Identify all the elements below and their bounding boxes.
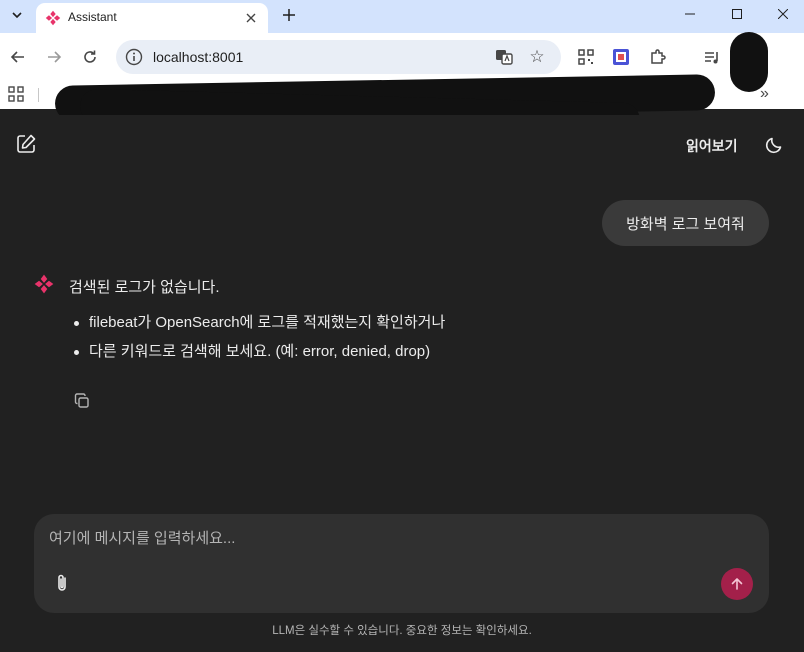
bookmark-star-icon[interactable]: ☆ — [526, 46, 548, 68]
assistant-logo-icon — [34, 274, 54, 294]
maximize-icon — [732, 9, 742, 19]
plus-icon — [283, 9, 295, 21]
user-message-bubble: 방화벽 로그 보여줘 — [602, 200, 769, 246]
assistant-bullet-list: filebeat가 OpenSearch에 로그를 적재했는지 확인하거나 다른… — [74, 313, 445, 371]
close-window-button[interactable] — [768, 2, 798, 26]
paperclip-icon[interactable] — [51, 572, 73, 594]
tab-strip: Assistant — [0, 0, 804, 33]
tab-close-icon[interactable] — [242, 9, 260, 27]
list-item: 다른 키워드로 검색해 보세요. (예: error, denied, drop… — [74, 342, 445, 371]
minimize-icon — [685, 13, 695, 15]
extensions-puzzle-icon[interactable] — [646, 45, 670, 69]
maximize-button[interactable] — [722, 2, 752, 26]
extension-screenshot-icon[interactable] — [609, 45, 633, 69]
tab-search-button[interactable] — [6, 4, 28, 26]
forward-button[interactable] — [42, 45, 66, 69]
list-item: filebeat가 OpenSearch에 로그를 적재했는지 확인하거나 — [74, 313, 445, 342]
apps-grid-icon[interactable] — [8, 86, 24, 102]
send-button[interactable] — [721, 568, 753, 600]
arrow-up-icon — [731, 578, 743, 590]
redaction-mark — [730, 32, 768, 92]
app-header: 읽어보기 — [0, 115, 804, 175]
message-input[interactable] — [49, 526, 749, 550]
assistant-message-text: 검색된 로그가 없습니다. — [69, 279, 220, 296]
back-button[interactable] — [6, 45, 30, 69]
qr-code-icon[interactable] — [574, 45, 598, 69]
close-icon — [778, 9, 788, 19]
disclaimer-text: LLM은 실수할 수 있습니다. 중요한 정보는 확인하세요. — [272, 625, 532, 637]
new-tab-button[interactable] — [278, 4, 300, 26]
url-text: localhost:8001 — [153, 49, 244, 65]
forward-arrow-icon — [48, 51, 62, 63]
translate-icon[interactable] — [494, 47, 514, 67]
address-bar[interactable]: localhost:8001 ☆ — [116, 40, 561, 74]
assistant-logo-icon — [45, 10, 61, 26]
minimize-button[interactable] — [675, 2, 705, 26]
info-icon[interactable] — [124, 47, 144, 67]
tab-title: Assistant — [68, 10, 117, 24]
new-chat-edit-icon[interactable] — [15, 133, 37, 155]
reload-button[interactable] — [78, 45, 102, 69]
bookmarks-divider — [38, 88, 39, 102]
bookmarks-overflow-icon[interactable]: » — [760, 85, 769, 103]
read-aloud-button[interactable]: 읽어보기 — [686, 136, 738, 156]
browser-tab[interactable]: Assistant — [36, 3, 268, 33]
moon-icon[interactable] — [765, 134, 785, 154]
media-control-icon[interactable] — [700, 45, 724, 69]
copy-icon[interactable] — [73, 392, 91, 410]
message-composer — [34, 514, 769, 613]
back-arrow-icon — [10, 51, 24, 63]
chevron-down-icon — [12, 12, 22, 19]
reload-icon — [84, 50, 96, 63]
user-message-text: 방화벽 로그 보여줘 — [626, 215, 745, 233]
